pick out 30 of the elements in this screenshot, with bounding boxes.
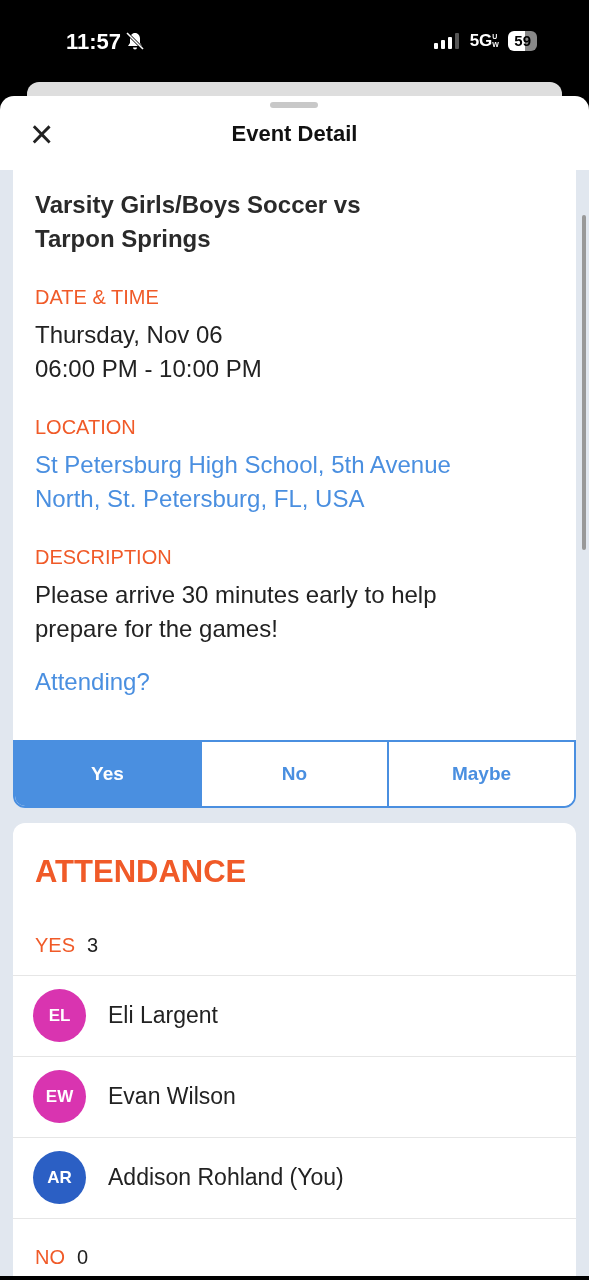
clock-time: 11:57 [66, 27, 122, 56]
avatar: EW [33, 1070, 86, 1123]
drag-handle[interactable] [270, 102, 318, 108]
group-count: 0 [77, 1244, 89, 1270]
rsvp-option[interactable]: Maybe [387, 742, 574, 806]
avatar: EL [33, 989, 86, 1042]
battery-level: 59 [508, 31, 537, 51]
muted-bell-icon [125, 31, 146, 51]
attending-link[interactable]: Attending? [35, 664, 150, 700]
rsvp-option[interactable]: Yes [15, 742, 200, 806]
detail-text: Please arrive 30 minutes early to help prepare for the games! [35, 580, 438, 644]
event-title: Varsity Girls/Boys Soccer vs Tarpon Springs [35, 190, 362, 254]
signal-icon [433, 33, 462, 49]
screen-title: Event Detail [231, 119, 358, 148]
person-name: Eli Largent [108, 1001, 218, 1031]
detail-text: 06:00 PM - 10:00 PM [35, 354, 263, 384]
attendance-title: ATTENDANCE [34, 853, 248, 891]
network-label: 5G [469, 30, 493, 53]
section-label: DESCRIPTION [35, 545, 173, 570]
avatar: AR [33, 1151, 86, 1204]
group-count: 3 [87, 933, 99, 958]
detail-text: Thursday, Nov 06 [35, 320, 224, 350]
section-label: LOCATION [35, 415, 137, 440]
person-name: Evan Wilson [108, 1082, 236, 1112]
location-link[interactable]: St Petersburg High School, 5th Avenue North, St. Petersburg, FL, USA [35, 448, 505, 516]
group-label: YES [35, 933, 76, 958]
close-button[interactable]: × [30, 114, 54, 154]
section-label: DATE & TIME [35, 285, 160, 310]
person-name: Addison Rohland (You) [108, 1163, 344, 1193]
group-label: NO [35, 1244, 65, 1270]
